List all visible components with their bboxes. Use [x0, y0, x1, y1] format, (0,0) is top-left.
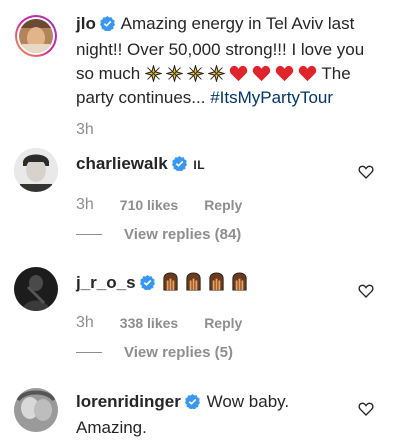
- hashtag-link[interactable]: #ItsMyPartyTour: [210, 88, 333, 107]
- red-heart-icon: [229, 65, 248, 82]
- caption-line-4: party continues...: [76, 88, 206, 107]
- avatar-image: [14, 148, 58, 192]
- comment-lorenridinger: lorenridinger Wow baby. Amazing.: [76, 390, 289, 440]
- avatar-image: [14, 388, 58, 432]
- verified-badge-icon: [184, 392, 200, 416]
- like-heart-icon[interactable]: [358, 401, 374, 417]
- view-replies-label: View replies (84): [124, 226, 242, 243]
- verified-badge-icon: [139, 273, 155, 297]
- comment-text-line-2: Amazing.: [76, 418, 147, 437]
- reply-button[interactable]: Reply: [204, 315, 242, 332]
- caption-line-2: night!! Over 50,000 strong!!! I love you: [76, 40, 365, 59]
- sparkle-star-icon: [144, 65, 162, 82]
- clapping-hands-icon: [186, 272, 201, 291]
- replies-divider: [76, 234, 102, 235]
- avatar-charliewalk[interactable]: [14, 148, 58, 192]
- red-heart-icon: [298, 65, 317, 82]
- view-replies-button[interactable]: View replies (5): [76, 344, 233, 361]
- clapping-hands-icon: [163, 272, 178, 291]
- red-heart-icon: [252, 65, 271, 82]
- avatar-lorenridinger[interactable]: [14, 388, 58, 432]
- caption-timestamp[interactable]: 3h: [76, 121, 94, 139]
- comment-meta: 3h 338 likes Reply: [76, 314, 242, 332]
- clapping-hands-icon: [209, 272, 224, 291]
- avatar-jlo[interactable]: [14, 14, 58, 58]
- replies-divider: [76, 352, 102, 353]
- sparkle-star-icon: [165, 65, 183, 82]
- view-replies-label: View replies (5): [124, 344, 233, 361]
- clapping-hands-icon: [232, 272, 247, 291]
- comment-timestamp[interactable]: 3h: [76, 196, 94, 214]
- like-heart-icon[interactable]: [358, 283, 374, 299]
- red-heart-icon: [275, 65, 294, 82]
- view-replies-button[interactable]: View replies (84): [76, 226, 241, 243]
- likes-count[interactable]: 710 likes: [120, 197, 178, 214]
- comment-username[interactable]: lorenridinger: [76, 392, 181, 411]
- caption-username[interactable]: jlo: [76, 14, 96, 33]
- like-heart-icon[interactable]: [358, 164, 374, 180]
- comment-text-line-1: Wow baby.: [206, 392, 290, 411]
- caption-text: jlo Amazing energy in Tel Aviv last nigh…: [76, 12, 364, 110]
- sparkle-star-icon: [186, 65, 204, 82]
- sparkle-star-icon: [207, 65, 225, 82]
- reply-button[interactable]: Reply: [204, 197, 242, 214]
- comment-meta: 3h 710 likes Reply: [76, 196, 242, 214]
- comment-username[interactable]: j_r_o_s: [76, 273, 136, 292]
- avatar-image: [15, 15, 57, 57]
- avatar-image: [14, 267, 58, 311]
- comment-text: IL: [193, 158, 206, 172]
- comment-charliewalk: charliewalk IL: [76, 152, 205, 178]
- caption-line-1: Amazing energy in Tel Aviv last: [120, 14, 355, 33]
- likes-count[interactable]: 338 likes: [120, 315, 178, 332]
- comment-j_r_o_s: j_r_o_s: [76, 271, 249, 297]
- caption-line-3-prefix: so much: [76, 64, 141, 83]
- verified-badge-icon: [99, 14, 115, 38]
- comment-emojis: [161, 272, 249, 291]
- comment-timestamp[interactable]: 3h: [76, 314, 94, 332]
- verified-badge-icon: [171, 154, 187, 178]
- avatar-j_r_o_s[interactable]: [14, 267, 58, 311]
- comment-username[interactable]: charliewalk: [76, 154, 168, 173]
- caption-emojis: [144, 65, 317, 82]
- caption-line-3-suffix: The: [321, 64, 351, 83]
